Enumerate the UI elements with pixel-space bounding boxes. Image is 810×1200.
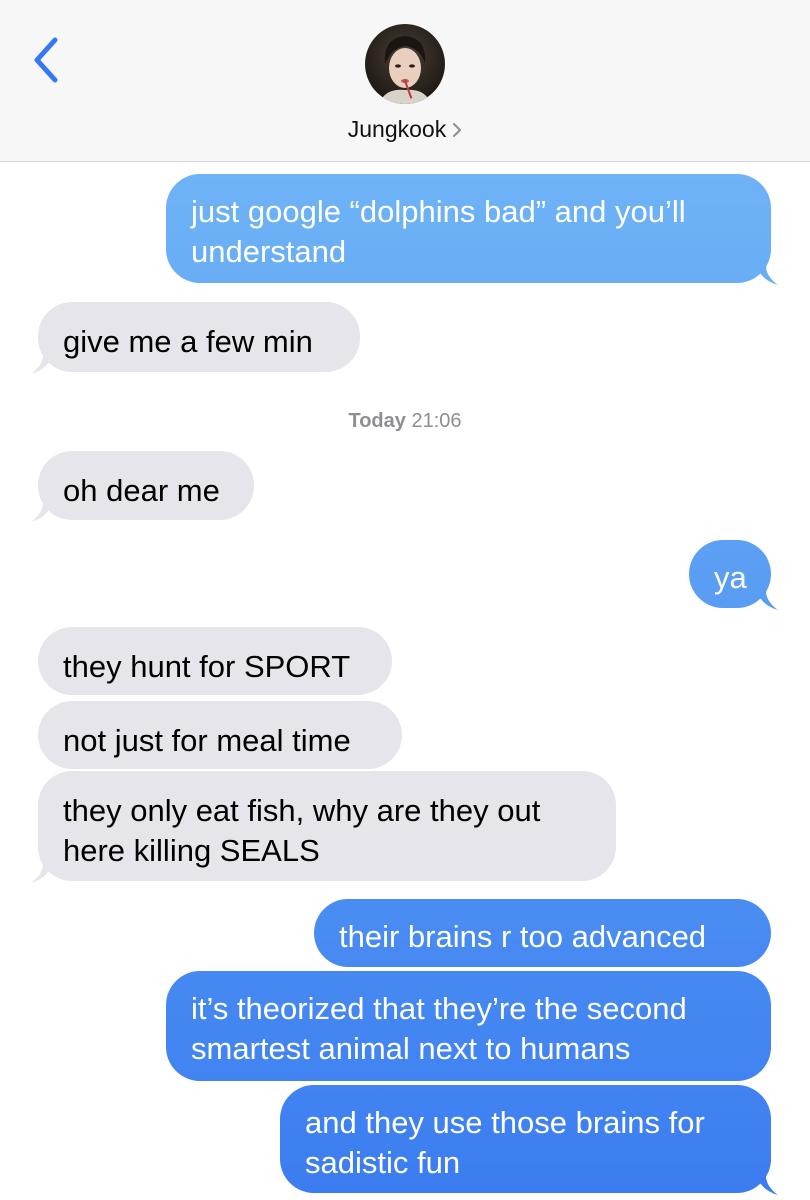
message-line: ya [714, 560, 747, 595]
message-bubble-outgoing[interactable]: just google “dolphins bad” and you’ll un… [166, 174, 778, 285]
message-bubble-incoming[interactable]: they only eat fish, why are they out her… [31, 771, 616, 883]
message-line: not just for meal time [63, 723, 351, 758]
message-line: and they use those brains for [305, 1105, 705, 1140]
message-line: they only eat fish, why are they out [63, 793, 541, 828]
message-line: here killing SEALS [63, 833, 320, 868]
avatar[interactable] [365, 24, 445, 104]
timestamp-time: 21:06 [411, 410, 462, 432]
contact-name: Jungkook [347, 116, 447, 142]
message-line: their brains r too advanced [339, 919, 707, 954]
message-bubble-outgoing[interactable]: and they use those brains for sadistic f… [280, 1085, 778, 1195]
message-line: give me a few min [63, 324, 313, 359]
message-bubble-outgoing[interactable]: their brains r too advanced [314, 899, 771, 967]
message-line: they hunt for SPORT [63, 649, 351, 684]
message-bubble-outgoing[interactable]: it’s theorized that they’re the second s… [166, 971, 771, 1081]
chevron-left-icon [34, 37, 58, 83]
message-line: understand [191, 234, 347, 269]
back-button[interactable] [22, 34, 70, 86]
contact-name-button[interactable]: Jungkook [0, 116, 810, 144]
conversation-header: Jungkook [0, 0, 810, 162]
message-bubble-incoming[interactable]: give me a few min [31, 302, 360, 374]
message-bubble-incoming[interactable]: oh dear me [31, 451, 254, 522]
message-line: just google “dolphins bad” and you’ll [191, 194, 686, 229]
message-line: it’s theorized that they’re the second [191, 991, 687, 1026]
message-line: oh dear me [63, 473, 220, 508]
message-bubble-incoming[interactable]: they hunt for SPORT [38, 627, 392, 695]
chevron-right-icon [452, 117, 462, 144]
message-bubble-incoming[interactable]: not just for meal time [38, 701, 402, 769]
message-bubble-outgoing[interactable]: ya [689, 540, 778, 610]
timestamp: Today 21:06 [0, 410, 810, 433]
message-line: sadistic fun [305, 1145, 461, 1180]
contact-photo-icon [365, 24, 445, 104]
message-line: smartest animal next to humans [191, 1031, 631, 1066]
timestamp-day: Today [348, 410, 406, 432]
